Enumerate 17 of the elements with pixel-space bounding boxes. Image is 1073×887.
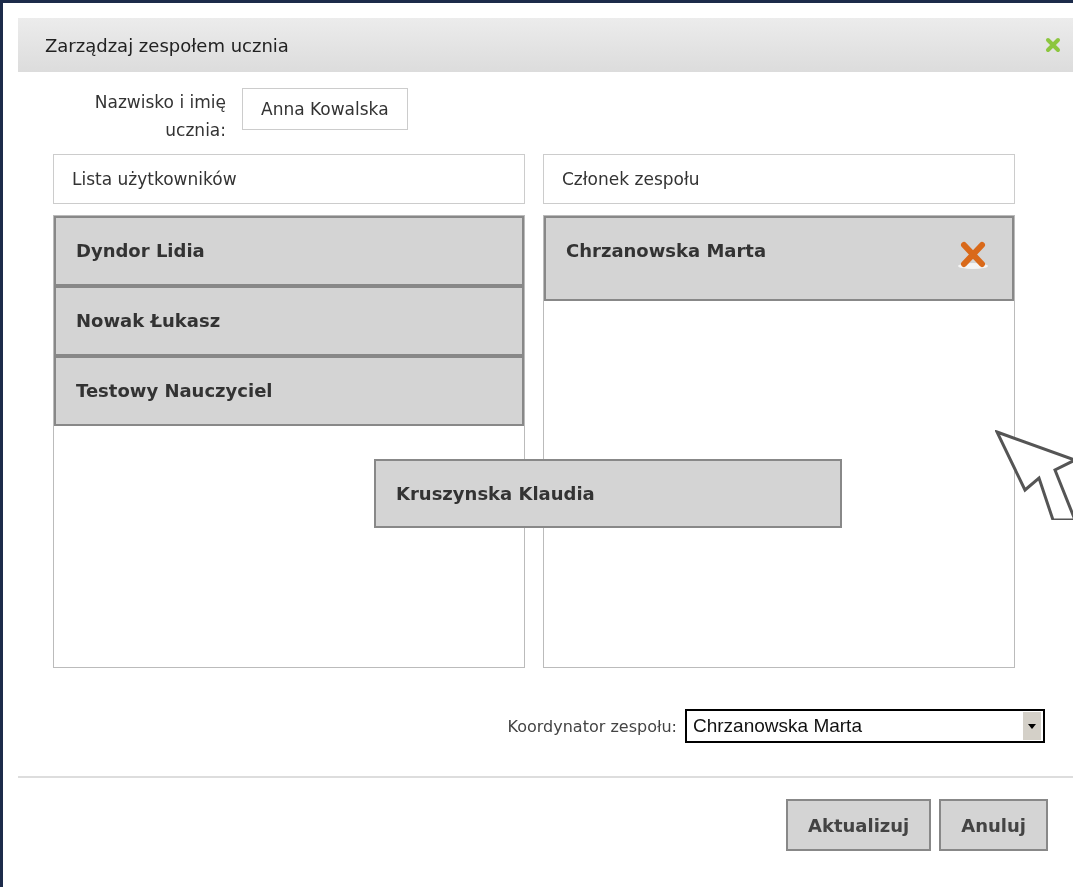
member-name: Chrzanowska Marta: [566, 239, 767, 263]
student-name-label: Nazwisko i imię ucznia:: [93, 91, 226, 142]
student-name-field: Anna Kowalska: [242, 88, 408, 130]
remove-icon[interactable]: [956, 240, 990, 270]
dialog-button[interactable]: Aktualizuj: [786, 799, 932, 851]
list-header: Lista użytkowników: [53, 154, 525, 204]
dropdown-caret-icon[interactable]: [1023, 712, 1041, 740]
list-item[interactable]: Nowak Łukasz: [54, 286, 524, 356]
coordinator-select[interactable]: Chrzanowska Marta: [685, 709, 1045, 743]
dragged-list-item[interactable]: Kruszynska Klaudia: [374, 459, 842, 528]
list-item[interactable]: Dyndor Lidia: [54, 216, 524, 286]
list-item[interactable]: Testowy Nauczyciel: [54, 356, 524, 426]
dialog-button[interactable]: Anuluj: [939, 799, 1048, 851]
list-header: Członek zespołu: [543, 154, 1015, 204]
close-icon[interactable]: [1045, 37, 1061, 53]
dialog-title: Zarządzaj zespołem ucznia: [45, 34, 289, 56]
coordinator-label: Koordynator zespołu:: [507, 716, 677, 736]
